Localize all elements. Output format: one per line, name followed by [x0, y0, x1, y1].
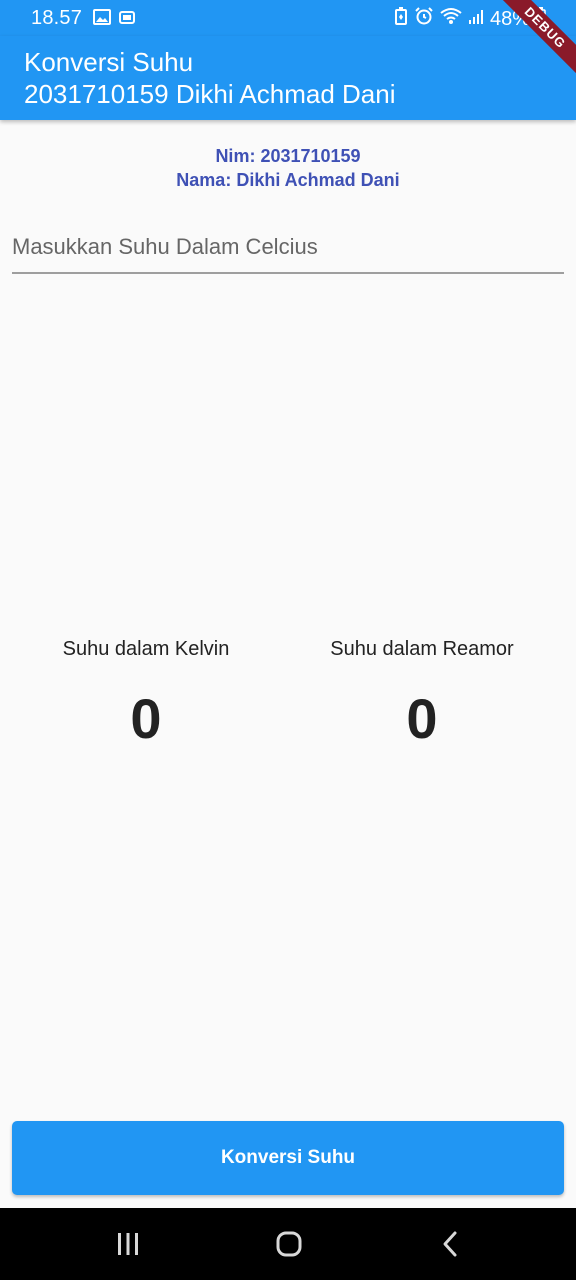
app-bar: Konversi Suhu 2031710159 Dikhi Achmad Da… — [0, 36, 576, 120]
signal-icon — [468, 8, 484, 31]
reamur-label: Suhu dalam Reamor — [330, 638, 514, 660]
recent-apps-icon[interactable] — [108, 1226, 148, 1262]
status-bar: 18.57 48% — [0, 0, 576, 36]
kelvin-label: Suhu dalam Kelvin — [62, 638, 230, 660]
kelvin-value: 0 — [130, 687, 162, 750]
gallery-icon — [93, 9, 111, 30]
battery-saver-icon — [394, 7, 408, 31]
alarm-icon — [414, 6, 434, 32]
app-title-line1: Konversi Suhu — [24, 47, 194, 77]
nim-text: Nim: 2031710159 — [215, 146, 361, 166]
navigation-bar — [0, 1208, 576, 1280]
status-time: 18.57 — [31, 7, 83, 29]
app-title: Konversi Suhu 2031710159 Dikhi Achmad Da… — [24, 46, 395, 110]
convert-button[interactable]: Konversi Suhu — [12, 1121, 564, 1195]
reamur-result: Suhu dalam Reamor 0 — [278, 636, 566, 752]
celsius-input[interactable] — [12, 222, 564, 274]
reamur-value: 0 — [406, 687, 438, 750]
app-title-line2: 2031710159 Dikhi Achmad Dani — [24, 79, 396, 109]
status-left-icons — [93, 9, 135, 30]
identity-block: Nim: 2031710159 Nama: Dikhi Achmad Dani — [0, 144, 576, 192]
notification-app-icon — [119, 9, 135, 30]
nama-text: Nama: Dikhi Achmad Dani — [176, 170, 400, 190]
back-icon[interactable] — [430, 1226, 470, 1262]
home-icon[interactable] — [269, 1226, 309, 1262]
wifi-icon — [440, 7, 462, 31]
kelvin-result: Suhu dalam Kelvin 0 — [2, 636, 290, 752]
